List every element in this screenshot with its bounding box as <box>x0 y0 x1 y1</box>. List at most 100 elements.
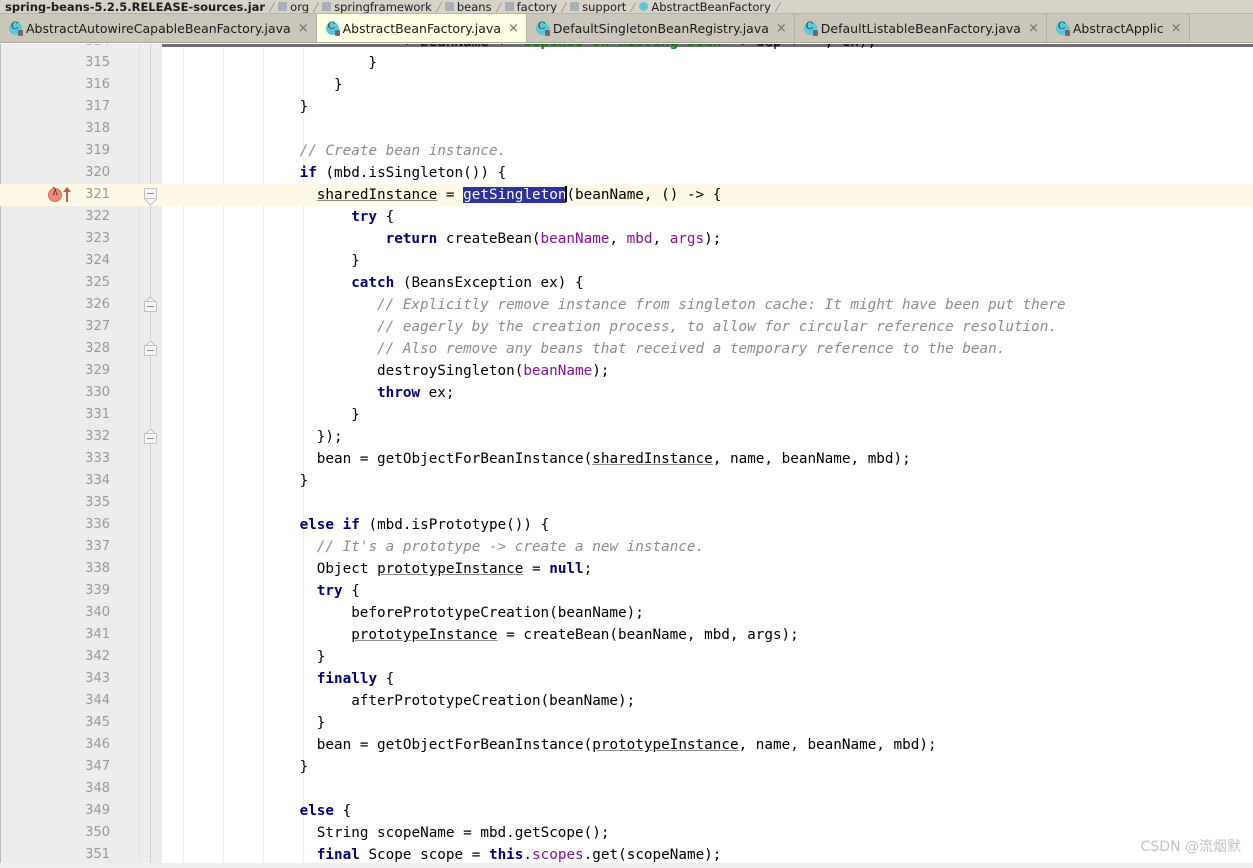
code-token-plain: .get(scopeName); <box>583 847 722 863</box>
code-line-text: if (mbd.isSingleton()) { <box>300 162 507 184</box>
code-token-par: args <box>669 231 705 247</box>
code-line-row[interactable]: 320 if (mbd.isSingleton()) { <box>0 162 1253 184</box>
line-number: 340 <box>85 605 110 620</box>
code-line-row[interactable]: 331} <box>0 404 1253 426</box>
code-line-row[interactable]: 322 try { <box>0 206 1253 228</box>
code-token-kw: return <box>385 231 438 247</box>
code-line-row[interactable]: 333 bean = getObjectForBeanInstance(share… <box>0 448 1253 470</box>
code-line-row[interactable]: 329 destroySingleton(beanName); <box>0 360 1253 382</box>
package-icon <box>444 2 454 11</box>
editor-tab-label: AbstractBeanFactory.java <box>342 21 501 36</box>
code-line-row[interactable]: 316} <box>0 74 1253 96</box>
code-line-row[interactable]: 344 afterPrototypeCreation(beanName); <box>0 690 1253 712</box>
line-number: 344 <box>85 693 110 708</box>
code-token-cmt: // Also remove any beans that received a… <box>377 341 1006 357</box>
line-number: 314 <box>0 44 110 53</box>
code-line-row[interactable]: 338 Object prototypeInstance = null; <box>0 558 1253 580</box>
code-line-text: bean = getObjectForBeanInstance(sharedIn… <box>317 448 911 470</box>
package-icon <box>322 2 332 11</box>
code-line-row[interactable]: 349 else { <box>0 800 1253 822</box>
close-icon[interactable]: × <box>776 14 787 42</box>
code-line-row[interactable]: 345} <box>0 712 1253 734</box>
breadcrumb-item-label: org <box>290 0 310 14</box>
editor-tab-defaultsingletonbeanregistry[interactable]: C DefaultSingletonBeanRegistry.java × <box>526 14 795 42</box>
breadcrumb-item-springframework[interactable]: springframework <box>319 0 436 13</box>
code-line-row[interactable]: 325 catch (BeansException ex) { <box>0 272 1253 294</box>
code-line-row[interactable]: 327 // eagerly by the creation process, t… <box>0 316 1253 338</box>
editor-tab-label: AbstractApplic <box>1072 21 1164 36</box>
code-line-text: beforePrototypeCreation(beanName); <box>351 602 644 624</box>
breadcrumb-item-factory[interactable]: factory <box>502 0 562 13</box>
fold-toggle-icon[interactable] <box>144 188 158 206</box>
editor-tab-abstractbeanfactory[interactable]: C AbstractBeanFactory.java × <box>316 14 527 42</box>
line-number: 317 <box>85 99 110 114</box>
fold-toggle-icon[interactable] <box>144 296 158 313</box>
code-token-lvar: prototypeInstance <box>592 737 739 753</box>
lambda-gutter-icon[interactable]: λ <box>48 187 62 202</box>
fold-toggle-icon[interactable] <box>144 428 158 445</box>
code-token-kw: null <box>549 561 584 577</box>
code-token-plain: ); <box>592 363 610 379</box>
line-number: 345 <box>85 715 110 730</box>
code-line-row[interactable]: 342} <box>0 646 1253 668</box>
code-line-row[interactable]: 336 else if (mbd.isPrototype()) { <box>0 514 1253 536</box>
close-icon[interactable]: × <box>298 14 309 42</box>
breadcrumb-item-abstractbeanfactory[interactable]: AbstractBeanFactory <box>636 0 775 13</box>
code-line-row[interactable]: 350 String scopeName = mbd.getScope(); <box>0 822 1253 844</box>
code-token-par: beanName <box>540 231 610 247</box>
lambda-glyph: λ <box>52 187 59 198</box>
lock-icon <box>18 29 23 36</box>
fold-toggle-icon[interactable] <box>144 340 158 357</box>
java-class-icon: C <box>803 21 818 36</box>
code-line-text: sharedInstance = getSingleton(beanName, … <box>317 184 722 206</box>
code-line-row[interactable]: 341 prototypeInstance = createBean(beanNa… <box>0 624 1253 646</box>
code-line-row[interactable]: 335 <box>0 492 1253 514</box>
code-line-text: Object prototypeInstance = null; <box>317 558 592 580</box>
code-token-kw: try <box>316 583 343 599</box>
code-line-text: " + beanName + "depends on missing bean"… <box>386 44 877 53</box>
code-line-text: } <box>317 646 326 668</box>
breadcrumb-item-support[interactable]: support <box>567 0 630 13</box>
code-line-row[interactable]: 340 beforePrototypeCreation(beanName); <box>0 602 1253 624</box>
java-class-icon: C <box>535 21 550 36</box>
code-token-kw: catch <box>351 275 395 291</box>
code-line-row[interactable]: 332}); <box>0 426 1253 448</box>
code-line-row[interactable]: 339 try { <box>0 580 1253 602</box>
line-number: 325 <box>85 275 110 290</box>
code-token-plain: (mbd.isSingleton()) { <box>316 165 507 181</box>
editor-tab-abstractautowirecapablebeanfactory[interactable]: C AbstractAutowireCapableBeanFactory.java… <box>0 14 317 42</box>
close-icon[interactable]: × <box>508 14 519 42</box>
line-number: 319 <box>85 143 110 158</box>
code-line-row[interactable]: 330 throw ex; <box>0 382 1253 404</box>
code-line-row[interactable]: 323 return createBean(beanName, mbd, args… <box>0 228 1253 250</box>
code-line-text: }); <box>317 426 343 448</box>
code-line-row[interactable]: 348 <box>0 778 1253 800</box>
breadcrumb-item-spring-beans-5-2-5-release-sources-jar[interactable]: spring-beans-5.2.5.RELEASE-sources.jar <box>0 0 269 13</box>
close-icon[interactable]: × <box>1028 14 1039 42</box>
code-token-plain: } <box>316 715 326 731</box>
code-line-row[interactable]: 328 // Also remove any beans that receive… <box>0 338 1253 360</box>
code-line-row[interactable]: 317} <box>0 96 1253 118</box>
code-token-par: beanName <box>523 363 593 379</box>
code-line-row[interactable]: 321 sharedInstance = getSingleton(beanNam… <box>0 184 1253 206</box>
breadcrumb-item-beans[interactable]: beans <box>442 0 496 13</box>
code-line-row[interactable]: 346 bean = getObjectForBeanInstance(proto… <box>0 734 1253 756</box>
code-editor[interactable]: 315} 316} 317} 318 319// Create bean instanc… <box>0 44 1253 868</box>
code-line-row[interactable]: 324} <box>0 250 1253 272</box>
breadcrumb-item-org[interactable]: org <box>275 0 313 14</box>
close-icon[interactable]: × <box>1171 14 1182 42</box>
code-line-row[interactable]: 319 // Create bean instance. <box>0 140 1253 162</box>
code-line-row[interactable]: 347} <box>0 756 1253 778</box>
code-line-row[interactable]: 343 finally { <box>0 668 1253 690</box>
package-icon <box>504 2 514 11</box>
code-token-plain: = createBean(beanName, mbd, args); <box>497 627 799 643</box>
code-line-row[interactable]: 337 // It's a prototype -> create a new i… <box>0 536 1253 558</box>
code-line-row[interactable]: 334} <box>0 470 1253 492</box>
editor-tab-abstractapplic[interactable]: C AbstractApplic × <box>1046 14 1190 42</box>
line-number: 337 <box>85 539 110 554</box>
code-line-text: // It's a prototype -> create a new inst… <box>317 536 704 558</box>
code-line-row[interactable]: 326 // Explicitly remove instance from si… <box>0 294 1253 316</box>
code-token-plain: (beanName, () -> { <box>566 187 722 203</box>
code-line-row[interactable]: 318 <box>0 118 1253 140</box>
editor-tab-defaultlistablebeanfactory[interactable]: C DefaultListableBeanFactory.java × <box>794 14 1047 42</box>
